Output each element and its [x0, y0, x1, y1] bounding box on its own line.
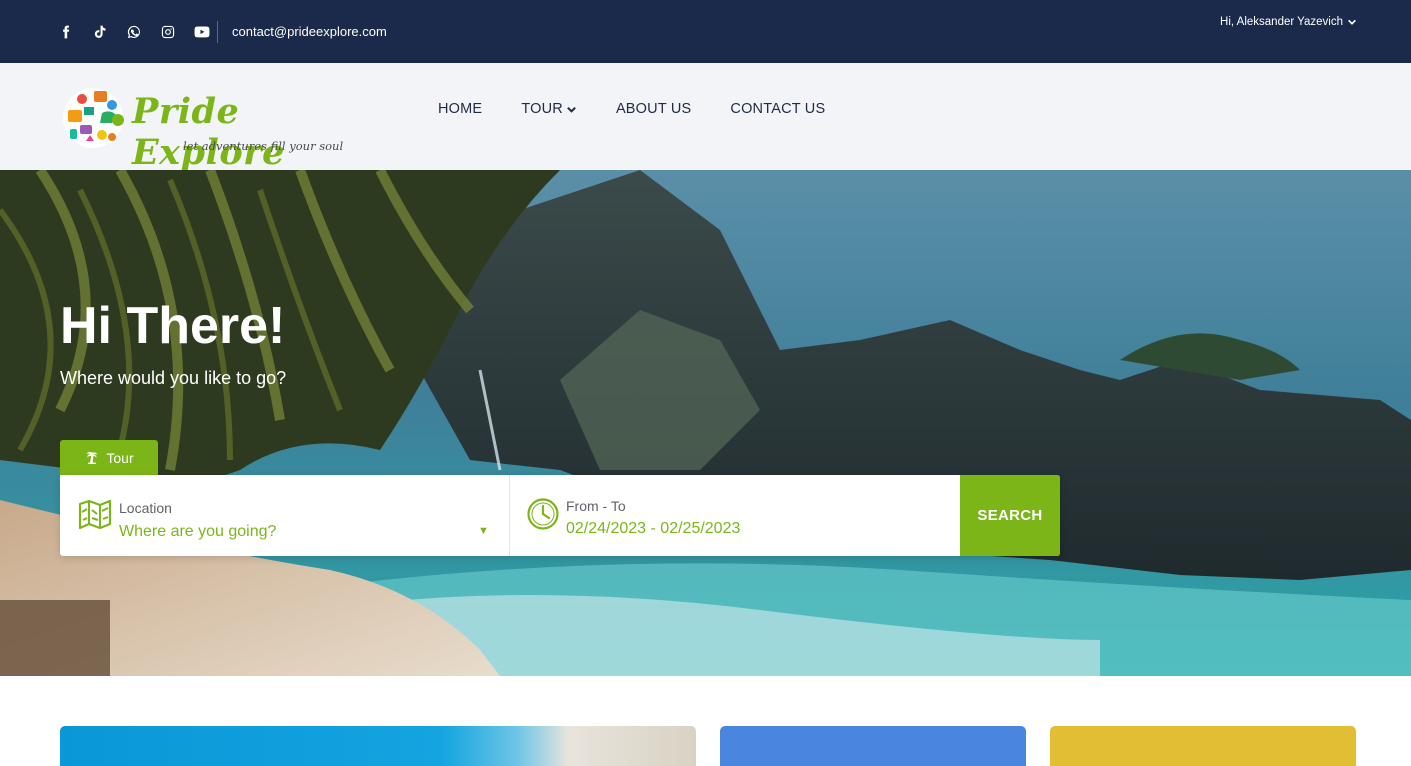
brand-logo[interactable]: Pride Explore let adventures fill your s…	[60, 85, 370, 173]
divider	[217, 21, 218, 43]
hero-banner: Hi There! Where would you like to go? To…	[0, 170, 1411, 676]
user-greeting: Hi, Aleksander Yazevich	[1220, 16, 1343, 28]
contact-email-link[interactable]: contact@prideexplore.com	[232, 24, 387, 39]
travel-icons-logo	[63, 88, 124, 148]
nav-item-contact-us[interactable]: CONTACT US	[730, 101, 825, 117]
clock-icon	[527, 498, 559, 530]
caret-down-icon: ▼	[478, 525, 489, 537]
date-label: From - To	[566, 498, 626, 514]
tiktok-icon[interactable]	[90, 22, 110, 42]
nav-item-home[interactable]: HOME	[438, 101, 482, 117]
chevron-down-icon	[1348, 19, 1356, 25]
nav-item-tour[interactable]: TOUR	[521, 101, 577, 117]
feature-card-blue[interactable]	[720, 726, 1026, 766]
facebook-icon[interactable]	[56, 22, 76, 42]
main-menu: HOME TOUR ABOUT US CONTACT US	[438, 101, 825, 117]
nav-item-about-us[interactable]: ABOUT US	[616, 101, 691, 117]
location-select[interactable]: Location Where are you going? ▼	[60, 475, 510, 556]
date-range-value[interactable]: 02/24/2023 - 02/25/2023	[566, 520, 740, 538]
search-form: Location Where are you going? ▼ From - T…	[60, 475, 1060, 556]
whatsapp-icon[interactable]	[124, 22, 144, 42]
tab-tour-label: Tour	[106, 450, 134, 466]
date-range-picker[interactable]: From - To 02/24/2023 - 02/25/2023	[511, 475, 958, 556]
youtube-icon[interactable]	[192, 22, 212, 42]
instagram-icon[interactable]	[158, 22, 178, 42]
hero-title: Hi There!	[60, 297, 286, 355]
coastline-photo	[0, 170, 1411, 676]
hero-subtitle: Where would you like to go?	[60, 368, 287, 388]
tab-tour[interactable]: Tour	[60, 440, 158, 476]
feature-card-beach[interactable]	[60, 726, 696, 766]
brand-tagline: let adventures fill your soul	[183, 139, 344, 153]
location-input[interactable]: Where are you going?	[119, 523, 276, 541]
social-links	[56, 22, 212, 42]
user-menu[interactable]: Hi, Aleksander Yazevich	[1220, 16, 1357, 28]
main-navbar: Pride Explore let adventures fill your s…	[0, 63, 1411, 173]
nav-item-tour-label: TOUR	[521, 101, 563, 117]
feature-card-yellow[interactable]	[1050, 726, 1356, 766]
top-bar: contact@prideexplore.com Hi, Aleksander …	[0, 0, 1411, 63]
map-icon	[78, 499, 112, 530]
brand-name: Pride Explore	[132, 91, 285, 173]
palm-tree-icon	[87, 451, 98, 464]
chevron-down-icon	[567, 106, 576, 113]
location-label: Location	[119, 500, 172, 516]
search-button[interactable]: SEARCH	[960, 475, 1060, 556]
